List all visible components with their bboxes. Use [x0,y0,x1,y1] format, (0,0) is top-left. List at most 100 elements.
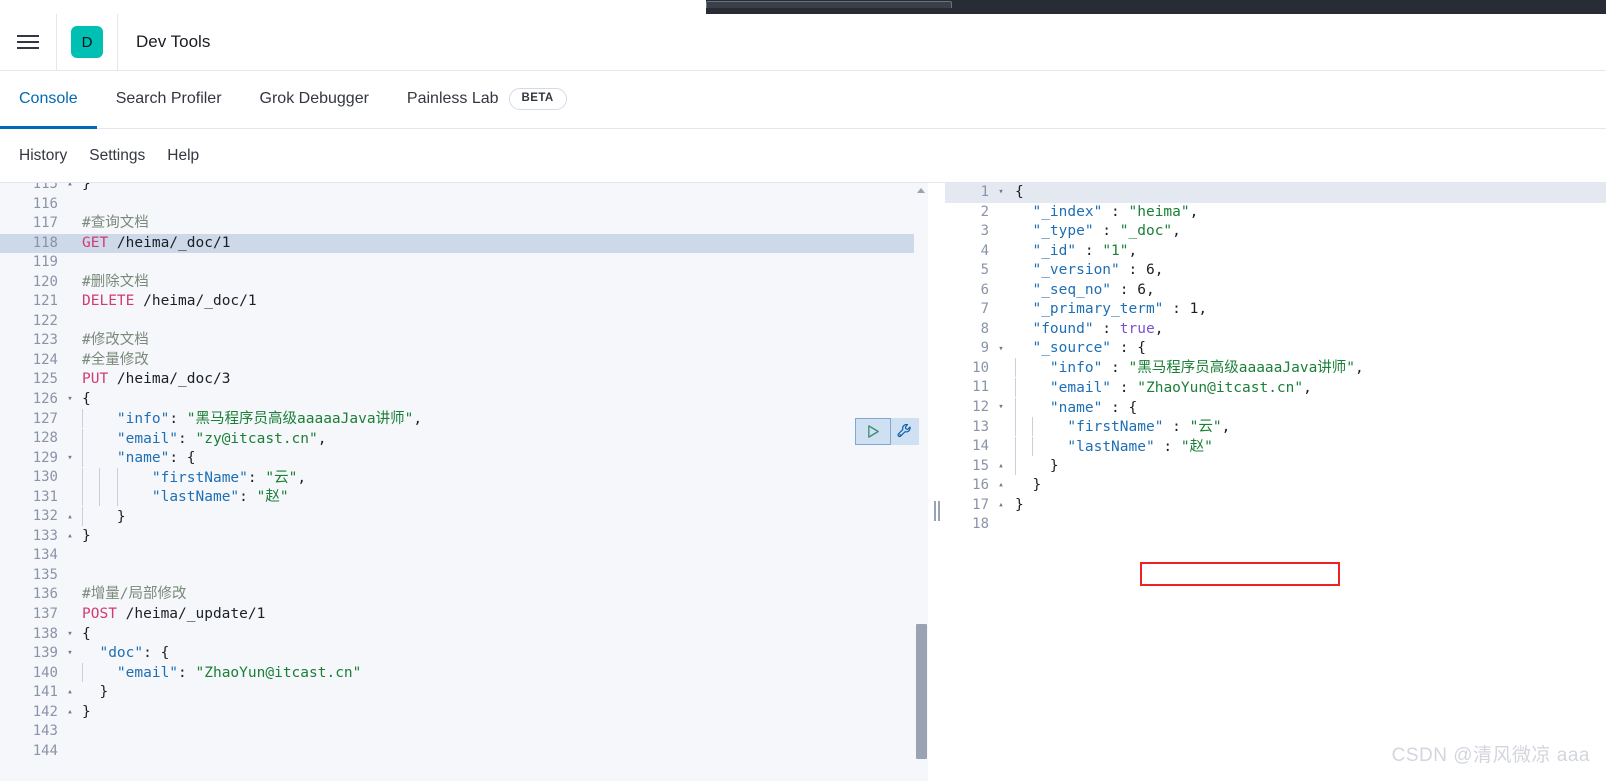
fold-toggle-icon[interactable]: ▴ [993,476,1009,495]
code-line[interactable]: 121 DELETE /heima/_doc/1 [0,292,928,312]
request-editor-pane[interactable]: 115 ▴} 116 117 #查询文档 118 GET /heima/_doc/1 119 1… [0,182,928,781]
response-viewer-lines[interactable]: 1 ▾{2 "_index" : "heima", 3 "_type" : "_do… [945,183,1606,535]
code-token: "firstName" [134,469,248,486]
code-line[interactable]: 134 [0,546,928,566]
code-line[interactable]: 9 ▾ "_source" : { [945,339,1606,359]
browser-tab-remnant [706,1,952,8]
hamburger-icon[interactable] [0,14,56,70]
code-line[interactable]: 122 [0,312,928,332]
splitter-grip-icon[interactable] [932,501,941,521]
code-line[interactable]: 139 ▾ "doc": { [0,644,928,664]
fold-toggle-icon[interactable]: ▾ [993,398,1009,417]
scroll-up-arrow-icon[interactable] [917,188,925,193]
code-token: "info" [1032,360,1103,377]
code-line[interactable]: 4 "_id" : "1", [945,242,1606,262]
code-line[interactable]: 126 ▾{ [0,390,928,410]
code-line[interactable]: 142 ▴} [0,703,928,723]
code-line[interactable]: 118 GET /heima/_doc/1 [0,233,928,254]
code-line[interactable]: 143 [0,722,928,742]
fold-toggle-icon[interactable]: ▾ [62,449,78,468]
code-line[interactable]: 18 [945,515,1606,535]
code-line[interactable]: 6 "_seq_no" : 6, [945,281,1606,301]
fold-toggle-icon[interactable]: ▾ [993,183,1009,202]
code-line[interactable]: 17 ▴} [945,496,1606,516]
code-line[interactable]: 133 ▴} [0,527,928,547]
code-line[interactable]: 135 [0,566,928,586]
code-line[interactable]: 120 #删除文档 [0,273,928,293]
code-line[interactable]: 12 ▾ "name" : { [945,397,1606,418]
line-number: 119 [32,254,58,271]
code-line[interactable]: 15 ▴ } [945,456,1606,477]
code-text: "_seq_no" : 6, [1009,281,1154,301]
code-line[interactable]: 125 PUT /heima/_doc/3 [0,370,928,390]
fold-toggle-icon[interactable]: ▴ [993,457,1009,476]
code-line[interactable]: 144 [0,742,928,762]
send-request-button[interactable] [855,418,891,445]
menu-item-history[interactable]: History [19,147,67,165]
request-editor-scrollbar-thumb[interactable] [916,624,927,759]
code-line[interactable]: 10 "info" : "黑马程序员高级aaaaaJava讲师", [945,358,1606,379]
code-line[interactable]: 3 "_type" : "_doc", [945,222,1606,242]
code-line[interactable]: 8 "found" : true, [945,320,1606,340]
code-line[interactable]: 140 "email": "ZhaoYun@itcast.cn" [0,663,928,684]
fold-toggle-icon[interactable]: ▴ [62,683,78,702]
request-options-wrench-icon[interactable] [891,418,919,445]
code-text: } [1009,496,1024,516]
code-line[interactable]: 127 "info": "黑马程序员高级aaaaaJava讲师", [0,409,928,430]
request-actions[interactable] [855,418,919,445]
response-viewer-pane[interactable]: 1 ▾{2 "_index" : "heima", 3 "_type" : "_do… [945,182,1606,781]
fold-toggle-icon[interactable]: ▴ [62,183,78,194]
fold-toggle-icon[interactable]: ▾ [62,644,78,663]
code-token: : { [1111,340,1146,357]
code-line[interactable]: 16 ▴ } [945,476,1606,496]
main-tabs: Console Search Profiler Grok Debugger Pa… [0,71,1606,129]
fold-toggle-icon[interactable]: ▾ [62,625,78,644]
request-editor-lines[interactable]: 115 ▴} 116 117 #查询文档 118 GET /heima/_doc/1 119 1… [0,182,928,762]
code-token: : { [169,450,196,467]
fold-toggle-icon[interactable]: ▾ [62,390,78,409]
tab-console[interactable]: Console [0,72,97,129]
fold-toggle-icon[interactable]: ▴ [62,508,78,527]
code-line[interactable]: 141 ▴ } [0,683,928,703]
code-token: , [1128,242,1138,259]
fold-toggle-icon[interactable]: ▾ [993,340,1009,359]
code-line[interactable]: 137 POST /heima/_update/1 [0,605,928,625]
tab-painless-lab[interactable]: Painless Lab BETA [388,72,586,129]
menu-item-settings[interactable]: Settings [89,147,145,165]
code-line[interactable]: 123 #修改文档 [0,331,928,351]
code-line[interactable]: 13 "firstName" : "云", [945,417,1606,438]
code-line[interactable]: 1 ▾ { [945,183,1606,203]
code-token: } [82,182,91,192]
fold-toggle-icon[interactable]: ▴ [62,527,78,546]
code-line[interactable]: 138 ▾{ [0,625,928,645]
fold-toggle-icon[interactable]: ▴ [62,703,78,722]
code-line[interactable]: 136 #增量/局部修改 [0,585,928,605]
pane-splitter[interactable] [928,182,945,781]
code-line[interactable]: 115 ▴} [0,182,928,195]
code-line[interactable]: 130 "firstName": "云", [0,467,928,488]
code-line[interactable]: 132 ▴ } [0,506,928,527]
code-line[interactable]: 5 "_version" : 6, [945,261,1606,281]
code-token: "email" [99,665,179,682]
code-token: "lastName" [134,489,240,506]
code-line[interactable]: 7 "_primary_term" : 1, [945,300,1606,320]
code-token: #增量/局部修改 [82,586,187,603]
code-line[interactable]: 2 "_index" : "heima", [945,203,1606,223]
code-text: { [78,390,91,410]
code-line[interactable]: 119 [0,253,928,273]
code-line[interactable]: 129 ▾ "name": { [0,448,928,469]
code-line[interactable]: 116 [0,195,928,215]
code-line[interactable]: 11 "email" : "ZhaoYun@itcast.cn", [945,377,1606,398]
tab-search-profiler[interactable]: Search Profiler [97,72,241,129]
code-token: "_index" [1015,203,1103,220]
code-line[interactable]: 14 "lastName" : "赵" [945,436,1606,457]
menu-item-help[interactable]: Help [167,147,199,165]
line-number: 131 [32,488,58,505]
request-editor-scrollbar[interactable] [914,183,928,781]
tab-grok-debugger[interactable]: Grok Debugger [241,72,388,129]
code-line[interactable]: 124 #全量修改 [0,351,928,371]
code-line[interactable]: 131 "lastName": "赵" [0,487,928,508]
code-line[interactable]: 128 "email": "zy@itcast.cn", [0,428,928,449]
code-line[interactable]: 117 #查询文档 [0,214,928,234]
fold-toggle-icon[interactable]: ▴ [993,496,1009,515]
